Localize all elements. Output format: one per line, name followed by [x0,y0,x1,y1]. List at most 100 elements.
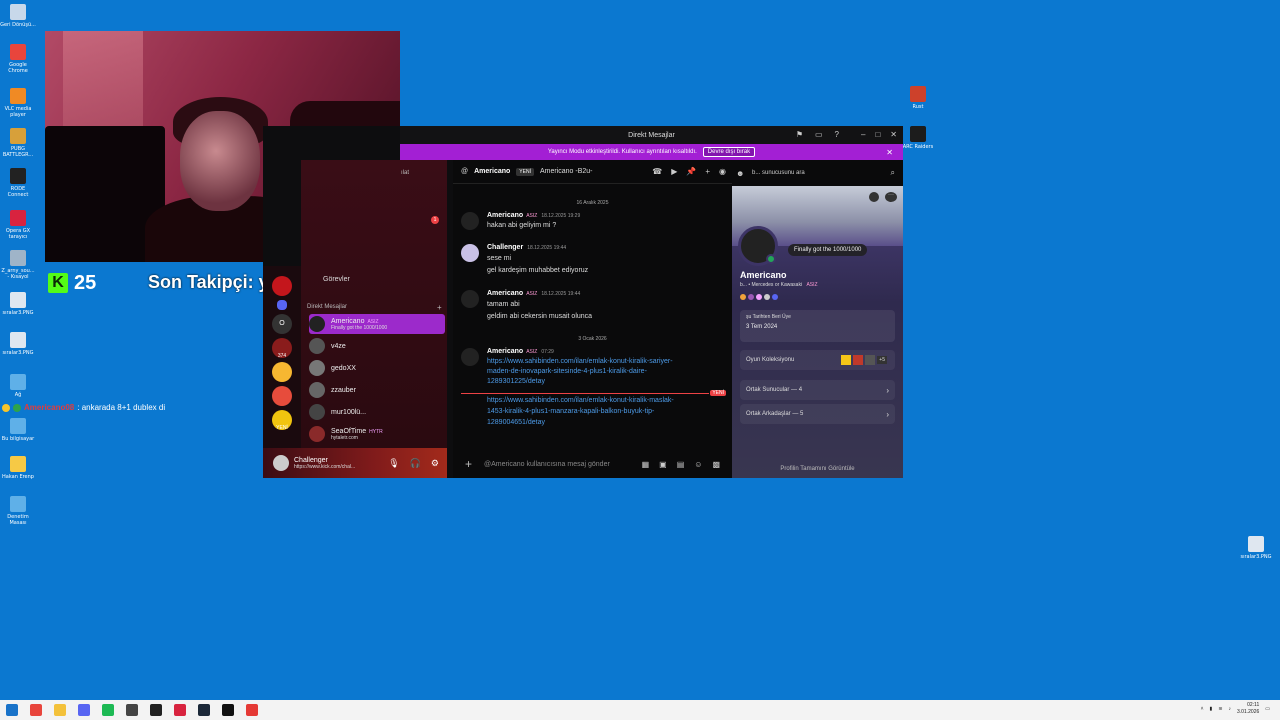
user-avatar[interactable] [273,455,289,471]
settings-gear-icon[interactable]: ⚙ [431,458,439,469]
desktop-icon[interactable]: Bu bilgisayar [0,418,36,442]
desktop-icon[interactable]: sıralar3.PNG [0,292,36,316]
search-input[interactable]: b... sunucusunu ara [752,170,805,176]
headphones-icon[interactable]: 🎧 [410,458,421,469]
desktop-icon[interactable]: Rust [900,86,936,110]
add-friend-icon[interactable] [869,192,879,202]
maximize-button[interactable]: □ [875,130,880,139]
user-group-icon[interactable]: ☻ [736,169,744,178]
desktop-icon[interactable]: sıralar3.PNG [1238,536,1274,560]
avatar[interactable] [461,212,479,230]
server-icon[interactable] [272,362,292,382]
flag-icon[interactable]: ⚑ [796,130,803,139]
desktop-icon[interactable]: Z_arny_sou... - Kısayol [0,250,36,280]
opera-icon[interactable] [174,704,186,716]
server-icon[interactable] [272,276,292,296]
message-link[interactable]: https://www.sahibinden.com/ilan/emlak-ko… [487,358,673,365]
message-author[interactable]: Americano [487,348,523,355]
desktop-icon[interactable]: Geri Dönüşü... [0,4,36,28]
notice-close-icon[interactable]: ✕ [886,148,893,157]
message-link[interactable]: 1289004651/detay [487,419,545,426]
dm-list-item[interactable]: gedoXX [309,358,445,378]
server-icon[interactable]: O [272,314,292,334]
spotify-icon[interactable] [102,704,114,716]
message-link[interactable]: 1453-kiralik-4-plus1-manzara-kapali-balk… [487,408,654,415]
profile-avatar[interactable] [738,226,778,266]
avatar[interactable] [461,348,479,366]
avatar[interactable] [461,244,479,262]
desktop-icon[interactable]: RODE Connect [0,168,36,198]
dm-list-item[interactable]: SeaOfTime HYTR hytaletr.com [309,424,445,444]
server-search[interactable]: ☻ b... sunucusunu ara ⌕ [732,160,903,186]
pin-icon[interactable]: 📌 [686,167,696,176]
desktop-icon[interactable]: PUBG BATTLEGR... [0,128,36,158]
dm-list-item[interactable]: Americano ASIZ Finally got the 1000/1000 [309,314,445,334]
gamebar-icon[interactable] [150,704,162,716]
call-icon[interactable]: ☎ [652,167,662,176]
message-link[interactable]: https://www.sahibinden.com/ilan/emlak-ko… [487,397,674,404]
desktop-icon-label: Bu bilgisayar [1,436,35,442]
desktop-icon[interactable]: Opera GX tarayıcı [0,210,36,240]
profile-toggle-icon[interactable]: ◉ [719,167,726,176]
obs-icon[interactable] [126,704,138,716]
desktop-icon[interactable]: ARC Raiders [900,126,936,150]
sticker-icon[interactable]: ▤ [677,460,685,469]
message-composer[interactable]: + @Americano kullanıcısına mesaj gönder … [453,450,732,478]
view-full-profile-link[interactable]: Profilin Tamamını Görüntüle [732,466,903,472]
battery-icon[interactable]: ▮ [1210,706,1213,712]
desktop-icon[interactable]: Denetim Masası [0,496,36,526]
message-author[interactable]: Challenger [487,244,523,251]
server-icon[interactable]: 374 [272,338,292,359]
network-icon[interactable]: ≋ [1218,706,1222,712]
add-friend-icon[interactable]: + [705,167,710,176]
avatar[interactable] [461,290,479,308]
game-collection-row[interactable]: Oyun Koleksiyonu +5 [740,350,895,370]
notifications-icon[interactable]: ▭ [1265,706,1270,712]
message-author[interactable]: Americano [487,290,523,297]
server-icon[interactable] [272,386,292,406]
dm-list-item[interactable]: v4ze [309,336,445,356]
close-button[interactable]: ✕ [890,130,897,139]
inbox-icon[interactable]: ▭ [815,130,823,139]
chat-header-name[interactable]: Americano [474,168,510,175]
sidebar-item-tasks[interactable]: Görevler [323,276,350,283]
github-icon[interactable] [222,704,234,716]
desktop-icon[interactable]: Hakan Erenp [0,456,36,480]
windows-icon[interactable] [6,704,18,716]
disable-streamer-mode-button[interactable]: Devre dışı bırak [702,147,756,157]
more-options-icon[interactable]: ··· [885,192,897,202]
mic-icon[interactable]: 🎙 [388,458,399,469]
emoji-icon[interactable]: ☺ [694,460,702,469]
desktop-icon[interactable]: Ağ [0,374,36,398]
search-icon[interactable]: ⌕ [891,168,895,178]
help-icon[interactable]: ? [835,130,839,139]
message-author[interactable]: Americano [487,212,523,219]
new-dm-plus-icon[interactable]: + [437,303,442,312]
volume-icon[interactable]: ♪ [1229,706,1232,712]
discord-icon[interactable] [78,704,90,716]
desktop-icon[interactable]: Google Chrome [0,44,36,74]
explorer-icon[interactable] [54,704,66,716]
folder-icon[interactable] [277,300,287,310]
mutual-servers-row[interactable]: Ortak Sunucular — 4 › [740,380,895,400]
message-link[interactable]: 1289301225/detay [487,378,545,385]
dm-list-item[interactable]: mur100lü... [309,402,445,422]
desktop-icon[interactable]: sıralar3.PNG [0,332,36,356]
gift-icon[interactable]: ▦ [642,460,650,469]
video-icon[interactable]: ▶ [671,167,677,176]
chevron-up-icon[interactable]: ˄ [1201,706,1204,712]
attach-plus-icon[interactable]: + [465,457,472,471]
dm-list-item[interactable]: zzauber [309,380,445,400]
minimize-button[interactable]: – [861,130,865,139]
desktop-icon[interactable]: VLC media player [0,88,36,118]
server-new-badge[interactable]: YENİ [272,410,292,431]
mutual-friends-row[interactable]: Ortak Arkadaşlar — 5 › [740,404,895,424]
message-input[interactable]: @Americano kullanıcısına mesaj gönder [484,461,610,468]
chrome-icon[interactable] [30,704,42,716]
clock[interactable]: 02:11 3.01.2026 [1237,702,1259,716]
apps-icon[interactable]: ▩ [712,460,720,469]
recorder-icon[interactable] [246,704,258,716]
message-link[interactable]: maden-de-inovapark-sitesinde-4-plus1-kir… [487,368,647,375]
gif-icon[interactable]: ▣ [659,460,667,469]
steam-icon[interactable] [198,704,210,716]
